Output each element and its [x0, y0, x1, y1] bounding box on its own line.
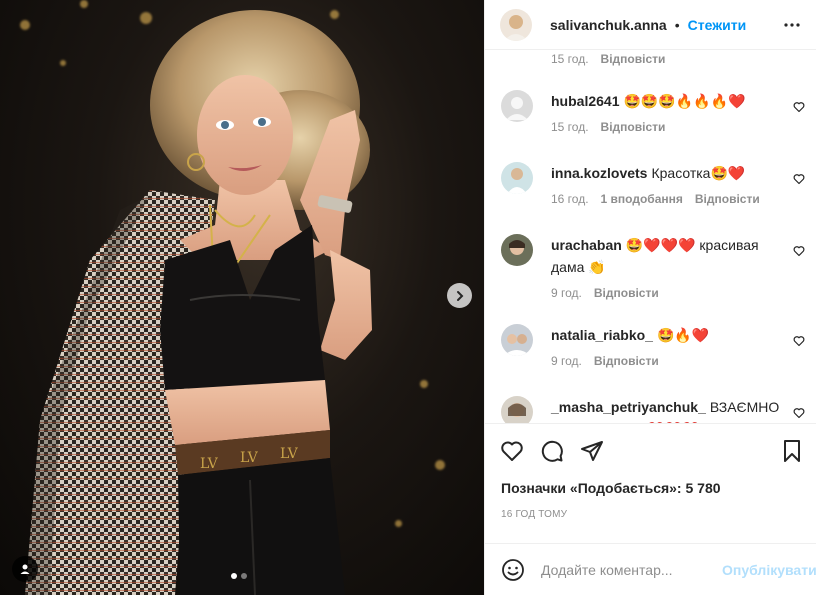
comment-item: natalia_riabko_ 🤩🔥❤️ 9 год. Відповісти	[485, 324, 816, 368]
comment-item: 15 год. Відповісти	[485, 50, 816, 66]
publish-comment-button[interactable]: Опублікувати	[722, 562, 816, 578]
comment-like-button[interactable]	[793, 172, 805, 188]
emoji-smile-icon	[502, 558, 524, 581]
heart-icon	[793, 174, 805, 185]
add-comment-bar: Опублікувати	[485, 543, 816, 595]
heart-icon	[793, 102, 805, 113]
follow-button[interactable]: Стежити	[688, 17, 747, 33]
comment-meta: 16 год. 1 вподобання Відповісти	[551, 192, 777, 206]
comment-meta: 9 год. Відповісти	[551, 354, 777, 368]
heart-icon	[793, 336, 805, 347]
comment-input[interactable]	[541, 561, 722, 578]
comment-time[interactable]: 15 год.	[551, 120, 589, 134]
comment-username[interactable]: natalia_riabko_	[551, 327, 653, 343]
comment-item: _masha_petriyanchuk_ВЗАЄМНО ПІДПИСУЮСЯ❤️…	[485, 396, 816, 423]
share-button[interactable]	[580, 439, 604, 463]
tagged-users-button[interactable]	[12, 556, 38, 582]
comment-text: inna.kozlovets Красотка🤩❤️	[551, 162, 777, 184]
commenter-avatar-image	[501, 234, 533, 266]
heart-icon	[501, 441, 523, 461]
comment-reply-button[interactable]: Відповісти	[695, 192, 760, 206]
comment-reply-button[interactable]: Відповісти	[601, 120, 666, 134]
svg-text:LV: LV	[280, 446, 299, 462]
header-separator: •	[674, 16, 680, 33]
comment-text: natalia_riabko_ 🤩🔥❤️	[551, 324, 777, 346]
comment-time[interactable]: 9 год.	[551, 354, 582, 368]
comment-time[interactable]: 9 год.	[551, 286, 582, 300]
comment-button[interactable]	[540, 439, 564, 463]
comment-like-button[interactable]	[793, 406, 805, 422]
comment-text: urachaban 🤩❤️❤️❤️ красивая дама 👏	[551, 234, 777, 278]
comment-like-button[interactable]	[793, 244, 805, 260]
comment-username[interactable]: urachaban	[551, 237, 622, 253]
commenter-avatar[interactable]	[501, 324, 533, 356]
comment-meta: 15 год. Відповісти	[551, 52, 777, 66]
comment-bubble-icon	[541, 440, 563, 462]
comment-time[interactable]: 15 год.	[551, 52, 589, 66]
comment-like-button[interactable]	[793, 334, 805, 350]
carousel-dot-active	[231, 573, 237, 579]
commenter-avatar-image	[501, 162, 533, 194]
commenter-avatar[interactable]	[501, 396, 533, 423]
more-horizontal-icon	[784, 22, 800, 27]
comment-body: 🤩🔥❤️	[656, 327, 710, 343]
svg-text:LV: LV	[240, 450, 259, 466]
comment-time[interactable]: 16 год.	[551, 192, 589, 206]
comments-list[interactable]: 15 год. Відповісти hubal2641 🤩🤩🤩🔥🔥🔥❤️ 15…	[485, 50, 816, 423]
post-header: salivanchuk.anna • Стежити	[485, 0, 816, 50]
commenter-avatar[interactable]	[501, 90, 533, 122]
comment-likes-count[interactable]: 1 вподобання	[601, 192, 683, 206]
comment-body: 🤩🤩🤩🔥🔥🔥❤️	[623, 93, 746, 109]
comment-like-button[interactable]	[793, 100, 805, 116]
commenter-avatar-image	[501, 324, 533, 356]
more-options-button[interactable]	[780, 13, 804, 37]
commenter-avatar[interactable]	[501, 234, 533, 266]
post-container: LV LV LV salivanchuk.anna • Стежити 15 г…	[0, 0, 816, 595]
post-actions-bar	[485, 423, 816, 477]
comment-item: urachaban 🤩❤️❤️❤️ красивая дама 👏 9 год. …	[485, 234, 816, 300]
comment-item: hubal2641 🤩🤩🤩🔥🔥🔥❤️ 15 год. Відповісти	[485, 90, 816, 134]
post-side-panel: salivanchuk.anna • Стежити 15 год. Відпо…	[484, 0, 816, 595]
heart-icon	[793, 408, 805, 419]
default-avatar-image	[501, 90, 533, 122]
svg-text:LV: LV	[200, 456, 219, 472]
commenter-avatar-image	[501, 396, 533, 423]
author-username[interactable]: salivanchuk.anna	[550, 17, 667, 33]
comment-reply-button[interactable]: Відповісти	[601, 52, 666, 66]
comment-username[interactable]: inna.kozlovets	[551, 165, 647, 181]
save-post-button[interactable]	[780, 439, 804, 463]
post-timestamp[interactable]: 16 ГОД ТОМУ	[485, 505, 816, 525]
comment-text: hubal2641 🤩🤩🤩🔥🔥🔥❤️	[551, 90, 777, 112]
send-paper-plane-icon	[581, 440, 603, 461]
carousel-indicator	[231, 573, 247, 579]
emoji-button[interactable]	[501, 558, 525, 582]
carousel-dot	[241, 573, 247, 579]
post-media[interactable]: LV LV LV	[0, 0, 484, 595]
carousel-next-button[interactable]	[447, 283, 472, 308]
comment-reply-button[interactable]: Відповісти	[594, 286, 659, 300]
comment-body: Красотка🤩❤️	[651, 165, 746, 181]
chevron-right-icon	[456, 290, 463, 301]
comment-username[interactable]: _masha_petriyanchuk_	[551, 399, 706, 415]
comment-reply-button[interactable]: Відповісти	[594, 354, 659, 368]
comment-username[interactable]: hubal2641	[551, 93, 619, 109]
comment-item: inna.kozlovets Красотка🤩❤️ 16 год. 1 впод…	[485, 162, 816, 206]
like-button[interactable]	[500, 439, 524, 463]
heart-icon	[793, 246, 805, 257]
comment-meta: 9 год. Відповісти	[551, 286, 777, 300]
commenter-avatar[interactable]	[501, 162, 533, 194]
user-icon	[20, 564, 30, 574]
author-avatar[interactable]	[500, 8, 532, 41]
comment-text: _masha_petriyanchuk_ВЗАЄМНО ПІДПИСУЮСЯ❤️…	[551, 396, 779, 423]
bookmark-icon	[784, 439, 800, 462]
post-photo: LV LV LV	[25, 10, 372, 595]
likes-count[interactable]: Позначки «Подобається»: 5 780	[485, 477, 816, 499]
author-avatar-image	[500, 8, 532, 41]
comment-meta: 15 год. Відповісти	[551, 120, 777, 134]
